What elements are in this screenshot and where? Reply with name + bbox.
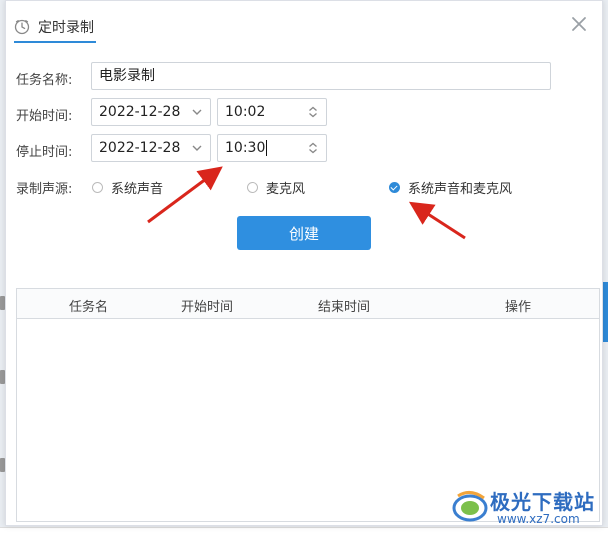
scheduled-recording-dialog: 定时录制 任务名称: 电影录制 开始时间: 2022-12-28 10:02 停…	[5, 0, 603, 526]
tab-scheduled-recording[interactable]: 定时录制	[14, 13, 94, 41]
radio-label: 系统声音	[111, 182, 164, 197]
sound-source-label: 录制声源:	[16, 182, 73, 197]
column-header: 操作	[505, 300, 532, 315]
background-status-bar	[0, 527, 608, 538]
radio-checked-icon[interactable]	[389, 182, 400, 193]
up-down-icon[interactable]	[306, 105, 320, 119]
start-time-label: 开始时间:	[16, 109, 73, 124]
chevron-down-icon	[192, 109, 202, 115]
tab-title: 定时录制	[38, 20, 94, 36]
text-cursor	[266, 140, 268, 156]
close-icon[interactable]	[570, 15, 588, 33]
stop-date-picker[interactable]: 2022-12-28	[91, 134, 211, 162]
start-date-picker[interactable]: 2022-12-28	[91, 98, 211, 126]
radio-button[interactable]	[247, 182, 258, 193]
stop-date-value: 2022-12-28	[99, 140, 181, 156]
watermark-title: 极光下载站	[490, 490, 595, 514]
clock-icon	[14, 19, 30, 35]
stop-time-label: 停止时间:	[16, 145, 73, 160]
task-name-label: 任务名称:	[16, 73, 73, 88]
tab-active-indicator	[14, 41, 96, 43]
radio-label: 麦克风	[266, 182, 306, 197]
task-name-value: 电影录制	[99, 68, 155, 84]
radio-label: 系统声音和麦克风	[408, 182, 513, 197]
column-header: 开始时间	[181, 300, 234, 315]
start-time-input[interactable]: 10:02	[217, 98, 327, 126]
start-date-value: 2022-12-28	[99, 104, 181, 120]
stop-time-value: 10:30	[225, 140, 266, 156]
task-name-input[interactable]: 电影录制	[91, 62, 551, 90]
chevron-down-icon	[192, 145, 202, 151]
watermark-url: www.xz7.com	[497, 512, 580, 526]
table-header: 任务名 开始时间 结束时间 操作	[17, 289, 599, 319]
radio-microphone[interactable]: 麦克风	[247, 178, 305, 197]
watermark-logo-icon	[452, 491, 488, 522]
radio-system-sound[interactable]: 系统声音	[92, 178, 163, 197]
radio-system-and-microphone[interactable]: 系统声音和麦克风	[389, 178, 512, 197]
up-down-icon[interactable]	[306, 141, 320, 155]
stop-time-input[interactable]: 10:30	[217, 134, 327, 162]
column-header: 结束时间	[318, 300, 371, 315]
radio-button[interactable]	[92, 182, 103, 193]
create-button[interactable]: 创建	[237, 216, 371, 250]
column-header: 任务名	[69, 300, 109, 315]
start-time-value: 10:02	[225, 104, 266, 120]
